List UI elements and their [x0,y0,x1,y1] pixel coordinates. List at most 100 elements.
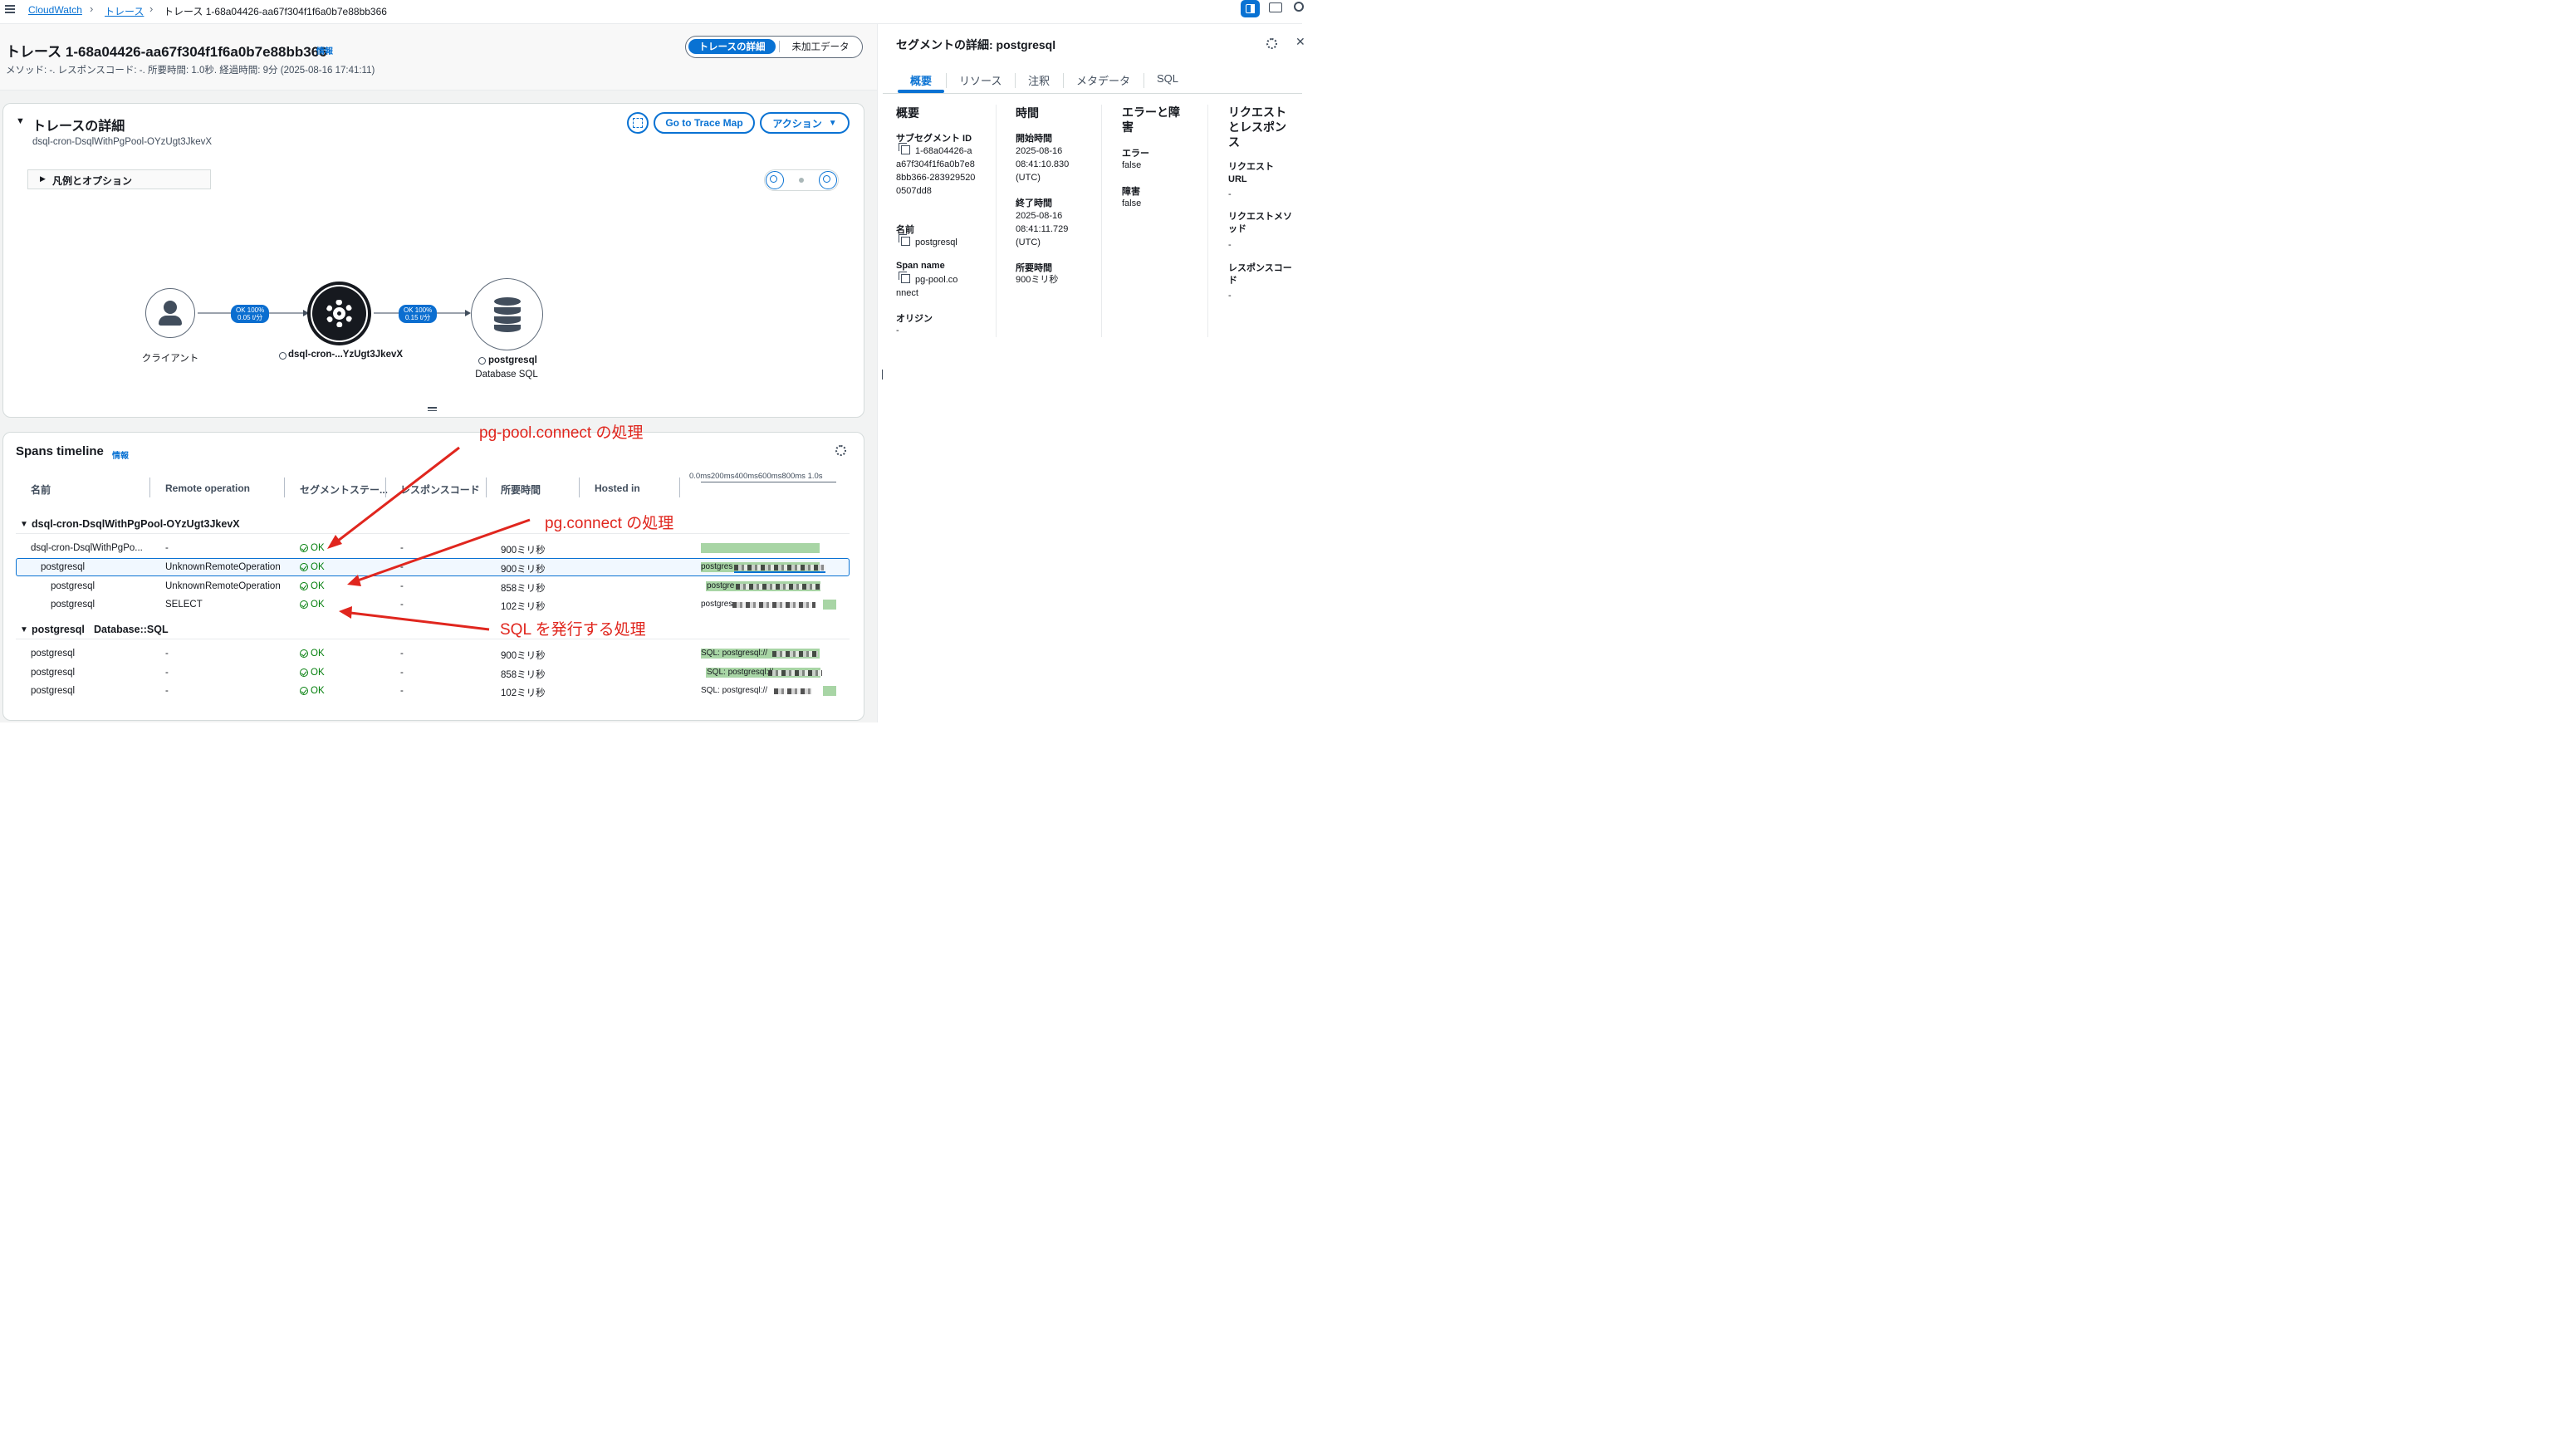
start-time-label: 開始時間 [1016,134,1052,144]
settings-gear-icon[interactable] [1266,38,1277,49]
span-name[interactable]: postgresql [31,668,75,678]
redacted-text [732,602,815,608]
span-status: OK [311,649,325,659]
go-to-trace-map-button[interactable]: Go to Trace Map [654,112,755,134]
client-node[interactable] [145,288,195,338]
col-header-remote-operation[interactable]: Remote operation [165,482,250,494]
span-remote-op: SELECT [165,600,203,610]
request-heading: リクエストとレスポンス [1228,105,1286,149]
tab-metadata[interactable]: メタデータ [1076,72,1130,88]
span-name-label: Span name [896,261,945,271]
timeline-bar[interactable] [823,600,836,610]
toggle-trace-details[interactable]: トレースの詳細 [688,39,776,54]
redacted-text [772,651,818,657]
timeline-bar-label: SQL: postgresql:// [707,668,774,677]
fullscreen-icon[interactable] [627,112,649,134]
redacted-text [736,584,820,590]
timeline-bar[interactable] [701,543,820,553]
copy-icon[interactable] [899,234,910,246]
chevron-right-icon: › [149,2,154,15]
tab-separator [1015,73,1016,88]
span-remote-op: UnknownRemoteOperation [165,581,281,591]
span-duration: 900ミリ秒 [501,651,546,661]
edge-badge-line1: OK 100% [236,306,265,314]
breadcrumb-traces[interactable]: トレース [105,4,144,18]
response-code-value: - [1228,291,1232,301]
copy-icon[interactable] [899,143,910,154]
page-subtitle: メソッド: -. レスポンスコード: -. 所要時間: 1.0秒. 経過時間: … [6,66,375,76]
collapse-triangle-icon[interactable]: ▼ [20,520,28,529]
span-name[interactable]: dsql-cron-DsqlWithPgPo... [31,543,143,553]
settings-gear-icon[interactable] [835,445,846,456]
actions-label: アクション [772,117,822,130]
col-header-hosted-in[interactable]: Hosted in [595,482,640,494]
request-url-value: - [1228,189,1232,199]
gear-icon[interactable] [1294,2,1304,12]
copy-icon[interactable] [899,272,910,283]
tab-separator [1063,73,1064,88]
timeline-bar-label: postgres [701,562,733,571]
collapse-triangle-icon[interactable]: ▼ [20,625,28,634]
legend-options-expander[interactable]: ▶ 凡例とオプション [27,169,211,189]
check-circle-icon [300,668,308,677]
edge-badge-client-service[interactable]: OK 100% 0.05 t/分 [231,305,270,323]
edge-badge-service-db[interactable]: OK 100% 0.15 t/分 [399,305,438,323]
annotation-sql-execute: SQL を発行する処理 [500,621,646,639]
menu-icon[interactable] [5,5,15,13]
caret-down-icon: ▼ [828,118,837,128]
info-link[interactable]: 情報 [316,44,333,56]
tab-overview[interactable]: 概要 [910,72,932,88]
end-time-value: 2025-08-16 08:41:11.729 (UTC) [1016,211,1069,247]
zoom-in-icon[interactable] [766,171,784,189]
toggle-raw-data[interactable]: 未加工データ [784,39,857,54]
col-separator[interactable] [284,477,285,497]
annotation-arrows [327,446,531,631]
postgresql-node[interactable] [471,278,543,350]
split-panel-icon[interactable] [1241,0,1260,17]
collapse-triangle-icon[interactable]: ▼ [16,116,25,126]
span-name[interactable]: postgresql [51,600,95,610]
origin-label: オリジン [896,314,933,324]
view-toggle: トレースの詳細 未加工データ [685,36,863,58]
col-separator[interactable] [679,477,680,497]
duration-value: 900ミリ秒 [1016,275,1059,285]
check-circle-icon [300,544,308,552]
span-name[interactable]: postgresql [31,649,75,659]
span-response-code: - [400,686,404,696]
span-name[interactable]: postgresql [41,562,85,572]
text-cursor [882,370,883,380]
timeline-bar[interactable] [823,686,836,696]
postgresql-node-sublabel: Database SQL [475,370,538,380]
resize-handle[interactable] [428,407,437,411]
fault-label: 障害 [1122,187,1140,197]
annotation-pg-connect: pg.connect の処理 [545,515,674,532]
breadcrumb-cloudwatch[interactable]: CloudWatch [28,4,82,16]
zoom-level-dot[interactable] [799,178,804,183]
start-time-value: 2025-08-16 08:41:10.830 (UTC) [1016,146,1070,183]
actions-button[interactable]: アクション ▼ [760,112,850,134]
timeline-bar-label: SQL: postgresql:// [701,649,768,658]
span-name[interactable]: postgresql [51,581,95,591]
close-icon[interactable]: ✕ [1295,35,1305,49]
span-response-code: - [400,668,404,678]
tab-sql[interactable]: SQL [1157,72,1178,85]
col-separator[interactable] [149,477,150,497]
span-name[interactable]: postgresql [31,686,75,696]
tabs-divider [883,93,1302,94]
col-separator[interactable] [579,477,580,497]
col-header-name[interactable]: 名前 [31,482,51,497]
error-label: エラー [1122,149,1149,159]
subsegment-id-label: サブセグメント ID [896,134,972,144]
top-bar: CloudWatch › トレース › トレース 1-68a04426-aa67… [0,0,1304,24]
tab-resources[interactable]: リソース [959,72,1002,88]
tab-annotations[interactable]: 注釈 [1028,72,1050,88]
timeline-ticks: 0.0ms200ms400ms600ms800ms 1.0s [689,472,823,481]
info-link[interactable]: 情報 [112,448,129,461]
service-node[interactable] [307,282,371,345]
column-divider [996,105,997,337]
zoom-out-icon[interactable] [819,171,837,189]
monitor-icon[interactable] [1269,2,1282,12]
check-circle-icon [300,600,308,609]
status-ok: OK [300,668,325,678]
breadcrumb-current: トレース 1-68a04426-aa67f304f1f6a0b7e88bb366 [164,6,387,17]
